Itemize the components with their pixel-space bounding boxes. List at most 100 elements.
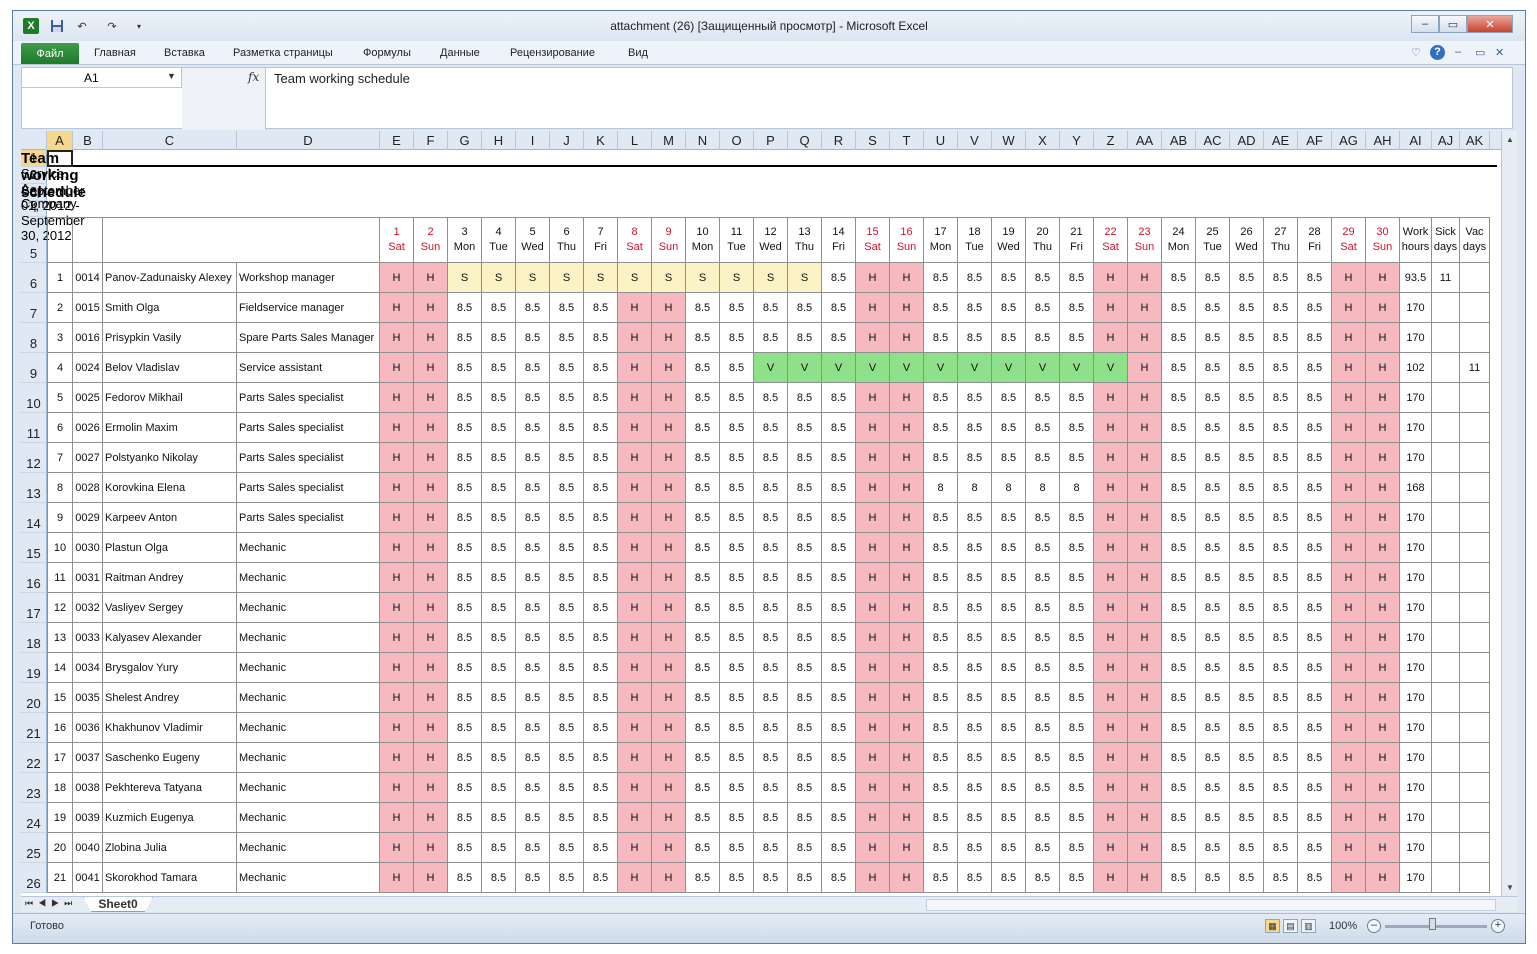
day-cell[interactable]: H xyxy=(890,443,924,473)
day-cell[interactable]: H xyxy=(856,743,890,773)
day-cell[interactable]: 8.5 xyxy=(584,683,618,713)
day-cell[interactable]: 8.5 xyxy=(448,743,482,773)
column-header-W[interactable]: W xyxy=(992,131,1026,150)
row-header-10[interactable]: 10 xyxy=(21,383,47,413)
day-cell[interactable]: 8.5 xyxy=(1298,833,1332,863)
day-cell[interactable]: 8.5 xyxy=(448,653,482,683)
column-header-AJ[interactable]: AJ xyxy=(1432,131,1460,150)
day-cell[interactable]: 8.5 xyxy=(720,743,754,773)
day-cell[interactable]: 8.5 xyxy=(516,353,550,383)
day-cell[interactable]: 8.5 xyxy=(1264,473,1298,503)
day-cell[interactable]: 8.5 xyxy=(822,533,856,563)
day-cell[interactable]: 8.5 xyxy=(788,413,822,443)
day-cell[interactable]: 8.5 xyxy=(754,383,788,413)
day-cell[interactable]: H xyxy=(618,443,652,473)
day-cell[interactable]: 8.5 xyxy=(720,803,754,833)
day-cell[interactable]: H xyxy=(652,293,686,323)
day-cell[interactable]: 8.5 xyxy=(448,803,482,833)
tab-formulas[interactable]: Формулы xyxy=(363,47,411,59)
day-cell[interactable]: H xyxy=(618,653,652,683)
day-cell[interactable]: H xyxy=(652,683,686,713)
day-cell[interactable]: 8.5 xyxy=(992,683,1026,713)
zoom-out-icon[interactable]: – xyxy=(1367,919,1381,933)
day-cell[interactable]: H xyxy=(652,533,686,563)
day-cell[interactable]: H xyxy=(1366,353,1400,383)
day-cell[interactable]: H xyxy=(1128,293,1162,323)
day-cell[interactable]: 8.5 xyxy=(1298,563,1332,593)
horizontal-scrollbar[interactable] xyxy=(926,899,1496,911)
day-cell[interactable]: 8.5 xyxy=(1026,263,1060,293)
day-cell[interactable]: H xyxy=(380,533,414,563)
day-cell[interactable]: H xyxy=(1094,623,1128,653)
day-cell[interactable]: 8.5 xyxy=(1298,593,1332,623)
day-cell[interactable]: 8.5 xyxy=(516,713,550,743)
day-cell[interactable]: 8.5 xyxy=(1026,533,1060,563)
day-cell[interactable]: 8.5 xyxy=(1162,683,1196,713)
day-cell[interactable]: 8.5 xyxy=(686,503,720,533)
tab-navigation-icons[interactable]: ⏮◀▶⏭ xyxy=(25,898,77,909)
ribbon-minimize-icon[interactable]: ♡ xyxy=(1411,46,1421,59)
tab-data[interactable]: Данные xyxy=(440,47,480,59)
day-cell[interactable]: 8 xyxy=(1060,473,1094,503)
day-cell[interactable]: 8.5 xyxy=(1162,713,1196,743)
day-cell[interactable]: 8.5 xyxy=(584,743,618,773)
chevron-down-icon[interactable]: ▼ xyxy=(167,71,176,81)
day-cell[interactable]: H xyxy=(1094,593,1128,623)
day-cell[interactable]: 8.5 xyxy=(1298,683,1332,713)
day-cell[interactable]: H xyxy=(1332,383,1366,413)
day-cell[interactable]: 8.5 xyxy=(1196,293,1230,323)
day-cell[interactable]: 8.5 xyxy=(1162,383,1196,413)
day-cell[interactable]: 8.5 xyxy=(584,323,618,353)
day-cell[interactable]: 8.5 xyxy=(754,803,788,833)
day-cell[interactable]: H xyxy=(414,533,448,563)
day-cell[interactable]: 8.5 xyxy=(1162,323,1196,353)
day-cell[interactable]: 8.5 xyxy=(1162,503,1196,533)
day-cell[interactable]: 8.5 xyxy=(958,593,992,623)
day-cell[interactable]: H xyxy=(1094,533,1128,563)
day-cell[interactable]: 8.5 xyxy=(1264,353,1298,383)
day-cell[interactable]: 8.5 xyxy=(1026,503,1060,533)
day-cell[interactable]: H xyxy=(1366,773,1400,803)
column-header-H[interactable]: H xyxy=(482,131,516,150)
day-cell[interactable]: H xyxy=(890,533,924,563)
day-cell[interactable]: 8.5 xyxy=(482,803,516,833)
day-cell[interactable]: 8.5 xyxy=(1298,773,1332,803)
day-cell[interactable]: H xyxy=(652,563,686,593)
day-cell[interactable]: 8.5 xyxy=(1026,833,1060,863)
day-cell[interactable]: 8.5 xyxy=(1264,533,1298,563)
day-cell[interactable]: 8.5 xyxy=(958,563,992,593)
column-header-V[interactable]: V xyxy=(958,131,992,150)
day-cell[interactable]: 8.5 xyxy=(924,593,958,623)
day-cell[interactable]: 8.5 xyxy=(550,743,584,773)
tab-home[interactable]: Главная xyxy=(94,47,136,59)
day-cell[interactable]: 8.5 xyxy=(924,383,958,413)
day-cell[interactable]: H xyxy=(856,653,890,683)
tab-insert[interactable]: Вставка xyxy=(164,47,205,59)
row-header-20[interactable]: 20 xyxy=(21,683,47,713)
day-cell[interactable]: 8.5 xyxy=(1026,653,1060,683)
day-cell[interactable]: 8.5 xyxy=(1196,743,1230,773)
day-cell[interactable]: 8.5 xyxy=(822,833,856,863)
day-cell[interactable]: 8.5 xyxy=(1162,743,1196,773)
day-cell[interactable]: 8.5 xyxy=(584,473,618,503)
day-cell[interactable]: 8.5 xyxy=(788,623,822,653)
day-cell[interactable]: 8.5 xyxy=(1196,773,1230,803)
day-cell[interactable]: 8.5 xyxy=(720,773,754,803)
day-cell[interactable]: H xyxy=(856,383,890,413)
day-cell[interactable]: H xyxy=(652,833,686,863)
day-cell[interactable]: 8.5 xyxy=(720,383,754,413)
day-cell[interactable]: H xyxy=(380,683,414,713)
day-cell[interactable]: 8.5 xyxy=(822,713,856,743)
day-cell[interactable]: 8.5 xyxy=(1230,593,1264,623)
day-cell[interactable]: 8.5 xyxy=(482,443,516,473)
day-cell[interactable]: 8.5 xyxy=(1264,503,1298,533)
day-cell[interactable]: 8.5 xyxy=(924,503,958,533)
day-cell[interactable]: 8.5 xyxy=(516,743,550,773)
tab-view[interactable]: Вид xyxy=(628,47,648,59)
day-cell[interactable]: V xyxy=(788,353,822,383)
day-cell[interactable]: 8.5 xyxy=(1162,773,1196,803)
day-cell[interactable]: S xyxy=(652,263,686,293)
day-cell[interactable]: 8.5 xyxy=(550,563,584,593)
day-cell[interactable]: 8.5 xyxy=(958,503,992,533)
day-cell[interactable]: H xyxy=(856,503,890,533)
